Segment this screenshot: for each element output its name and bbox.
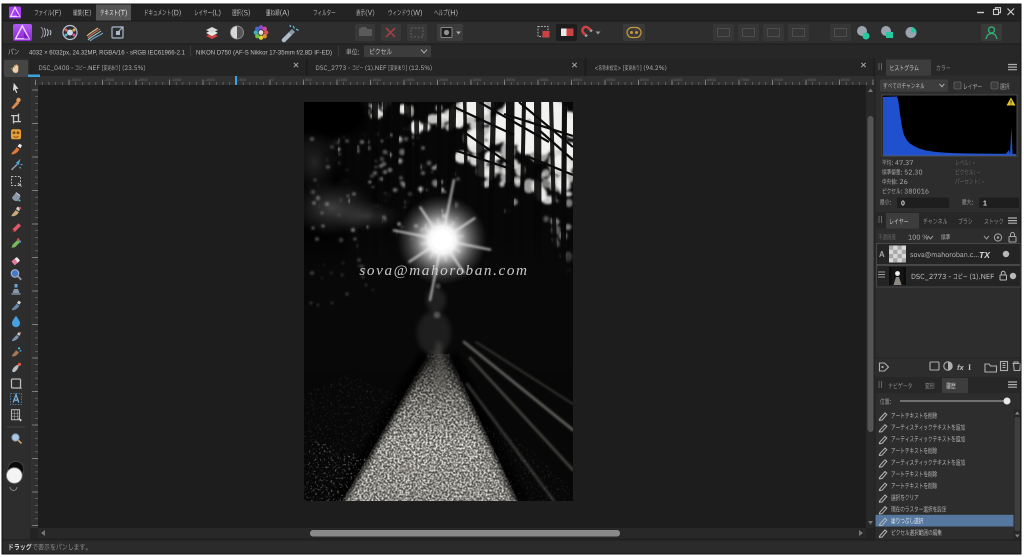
- svg-text:5500: 5500: [640, 77, 650, 82]
- svg-text:7500: 7500: [774, 77, 784, 82]
- svg-text:0: 0: [901, 201, 905, 208]
- svg-text:5000: 5000: [607, 77, 617, 82]
- svg-text:1500: 1500: [372, 77, 382, 82]
- svg-text:6000: 6000: [674, 77, 684, 82]
- svg-text:-500: -500: [238, 77, 247, 82]
- svg-text:fx: fx: [957, 363, 964, 372]
- svg-text:8000: 8000: [808, 77, 818, 82]
- svg-text:-1000: -1000: [205, 77, 216, 82]
- svg-text:4032 × 6032px, 24.32MP, RGBA/1: 4032 × 6032px, 24.32MP, RGBA/16 - sRGB I…: [29, 50, 185, 57]
- svg-text:4000: 4000: [540, 77, 550, 82]
- svg-text:TX: TX: [979, 250, 991, 260]
- svg-text:-1500: -1500: [171, 77, 182, 82]
- svg-text:1000: 1000: [339, 77, 349, 82]
- svg-text:2000: 2000: [406, 77, 416, 82]
- svg-text:6500: 6500: [707, 77, 717, 82]
- svg-text:-2500: -2500: [104, 77, 115, 82]
- svg-text:I: I: [968, 363, 971, 372]
- svg-text:500: 500: [305, 77, 312, 82]
- svg-text:4500: 4500: [573, 77, 583, 82]
- svg-text:sova@mahoroban.com: sova@mahoroban.com: [359, 262, 528, 279]
- svg-text:8500: 8500: [841, 77, 851, 82]
- svg-text:-2000: -2000: [138, 77, 149, 82]
- svg-text:2500: 2500: [439, 77, 449, 82]
- svg-text:1: 1: [983, 201, 987, 208]
- svg-text:7000: 7000: [741, 77, 751, 82]
- svg-text:3000: 3000: [473, 77, 483, 82]
- svg-text:3500: 3500: [506, 77, 516, 82]
- svg-text:NIKON D750 (AF-S Nikkor 17-35m: NIKON D750 (AF-S Nikkor 17-35mm f/2.8D I…: [196, 50, 332, 57]
- svg-text:-3000: -3000: [71, 77, 82, 82]
